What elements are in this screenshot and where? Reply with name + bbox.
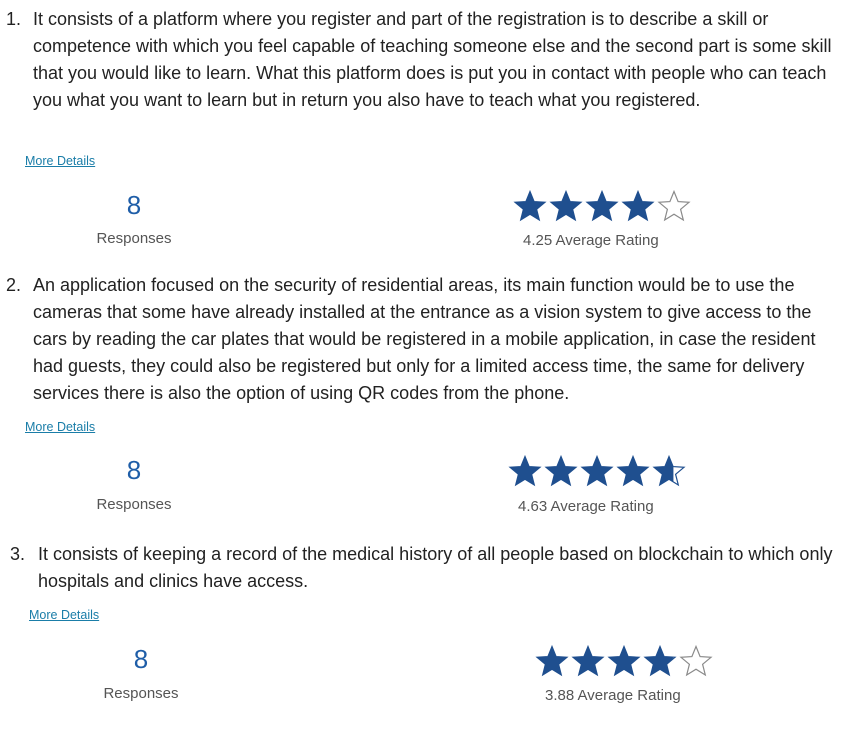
rating-stars xyxy=(513,190,691,222)
more-details-link[interactable]: More Details xyxy=(25,154,95,168)
star-filled-icon xyxy=(571,645,605,677)
responses-count: 8 xyxy=(133,644,149,674)
responses-count: 8 xyxy=(126,455,142,485)
star-empty-icon xyxy=(657,190,691,222)
star-partial-icon xyxy=(652,455,686,487)
question-number: 3. xyxy=(10,544,26,564)
star-filled-icon xyxy=(513,190,547,222)
average-rating-label: 4.63 Average Rating xyxy=(518,498,654,515)
question-number: 2. xyxy=(6,275,22,295)
average-rating-label: 3.88 Average Rating xyxy=(545,687,681,704)
star-filled-icon xyxy=(544,455,578,487)
star-filled-icon xyxy=(616,455,650,487)
question-text: It consists of keeping a record of the m… xyxy=(38,544,833,591)
responses-label: Responses xyxy=(103,685,179,702)
star-filled-icon xyxy=(549,190,583,222)
average-rating-label: 4.25 Average Rating xyxy=(523,232,659,249)
rating-stars xyxy=(535,645,713,677)
star-empty-icon xyxy=(679,645,713,677)
responses-count: 8 xyxy=(126,190,142,220)
more-details-link[interactable]: More Details xyxy=(25,420,95,434)
rating-stars xyxy=(508,455,686,487)
more-details-link[interactable]: More Details xyxy=(29,608,99,622)
star-filled-icon xyxy=(535,645,569,677)
star-filled-icon xyxy=(621,190,655,222)
star-partial-icon xyxy=(643,645,677,677)
star-filled-icon xyxy=(585,190,619,222)
star-filled-icon xyxy=(580,455,614,487)
question-number: 1. xyxy=(6,9,22,29)
responses-label: Responses xyxy=(96,496,172,513)
responses-label: Responses xyxy=(96,230,172,247)
question-text: It consists of a platform where you regi… xyxy=(33,9,832,110)
question-text: An application focused on the security o… xyxy=(33,275,816,403)
star-filled-icon xyxy=(508,455,542,487)
star-filled-icon xyxy=(607,645,641,677)
